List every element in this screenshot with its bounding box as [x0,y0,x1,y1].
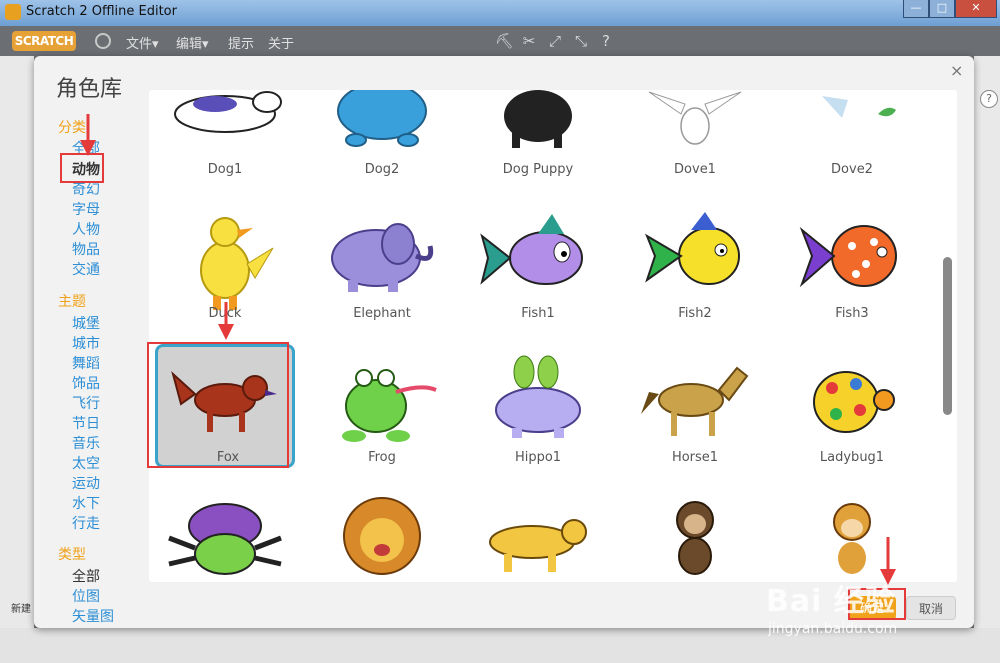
editor-script-area [974,56,1000,663]
shrink-icon[interactable]: ⤡ [572,32,590,50]
new-sprite-label: 新建 [11,604,31,615]
close-window-button[interactable]: ✕ [955,0,997,18]
sprite-label: Dove2 [831,162,873,177]
maximize-button[interactable]: □ [929,0,955,18]
annotation-arrow-fox [218,302,234,340]
sprite-tile-fish1[interactable]: Fish1 [468,200,608,324]
cancel-button[interactable]: 取消 [906,596,957,620]
lioness-sprite-image [489,519,587,572]
sprite-tile-fish2[interactable]: Fish2 [625,200,765,324]
help-icon[interactable]: ? [597,32,615,50]
sprite-tile-elephant[interactable]: Elephant [312,200,452,324]
theme-walking[interactable]: 行走 [72,513,100,533]
theme-underwater[interactable]: 水下 [72,493,100,513]
sprite-label: Dog Puppy [502,162,574,177]
sprite-label: Dog1 [207,162,243,177]
sprite-library-dialog: 角色库 × 分类 全部 动物 奇幻 字母 人物 物品 交通 主题 城堡 城市 舞… [34,56,974,628]
dialog-close-icon[interactable]: × [950,61,963,80]
minimize-button[interactable]: — [903,0,929,18]
sprite-grid: Dog1 Dog2 Dog Puppy Dove1 Dove2 Elephant… [149,90,957,582]
sprite-label: Ladybug1 [819,450,885,465]
sprite-label: Frog [368,450,396,465]
duplicate-stamp-icon[interactable]: ⛏ [495,32,514,50]
theme-castle[interactable]: 城堡 [72,313,100,333]
sprite-label: Elephant [353,306,411,321]
theme-dress-up[interactable]: 饰品 [72,373,100,393]
type-heading: 类型 [58,547,86,563]
sprite-tile-dog-puppy[interactable]: Dog Puppy [468,90,608,180]
annotation-box-fox [147,342,289,468]
sprite-label: Hippo1 [514,450,562,465]
annotation-arrow-animals [80,114,96,156]
sprite-tile-dove1[interactable]: Dove1 [625,90,765,180]
category-letters[interactable]: 字母 [72,199,100,219]
sprite-tile-dog1[interactable]: Dog1 [155,90,295,180]
sprite-tile-horse1[interactable]: Horse1 [625,344,765,468]
menu-bar: SCRATCH 文件▾ 编辑▾ 提示 关于 ⛏ ✂ ⤢ ⤡ ? [0,26,1000,56]
baidu-watermark-logo: Bai 经验 [766,584,896,619]
sprite-tile-ladybug1[interactable]: Ladybug1 [782,344,922,468]
sprite-tile-dog2[interactable]: Dog2 [312,90,452,180]
theme-flying[interactable]: 飞行 [72,393,100,413]
spider-sprite-image [168,503,282,575]
sprite-tile-lioness[interactable] [468,488,608,582]
sprite-tile-monkey1[interactable] [625,488,765,582]
grid-scrollbar-thumb[interactable] [943,257,952,415]
grow-icon[interactable]: ⤢ [546,32,564,50]
type-vector[interactable]: 矢量图 [72,606,114,626]
window-title-bar: Scratch 2 Offline Editor — □ ✕ [0,0,1000,26]
scratch-app-icon [5,4,21,20]
delete-scissors-icon[interactable]: ✂ [520,32,538,50]
sprite-tile-spider[interactable] [155,488,295,582]
sprite-label: Dog2 [364,162,400,177]
category-transport[interactable]: 交通 [72,259,100,279]
sprite-tile-dove2[interactable]: Dove2 [782,90,922,180]
sprite-label: Horse1 [671,450,719,465]
sprite-label: Dove1 [674,162,716,177]
category-things[interactable]: 物品 [72,239,100,259]
type-bitmap[interactable]: 位图 [72,586,100,606]
editor-stage-area [0,56,34,663]
dialog-title: 角色库 [56,77,123,102]
sprite-tile-monkey2[interactable] [782,488,922,582]
editor-help-icon[interactable]: ? [980,90,998,108]
type-all[interactable]: 全部 [72,566,100,586]
sprite-tile-lion[interactable] [312,488,452,582]
theme-heading: 主题 [58,294,86,310]
monkey2-sprite-image [833,503,871,574]
sprite-label: Fish2 [678,306,712,321]
baidu-watermark-url: jingyan.baidu.com [768,621,898,637]
theme-dance[interactable]: 舞蹈 [72,353,100,373]
sprite-tile-hippo1[interactable]: Hippo1 [468,344,608,468]
theme-space[interactable]: 太空 [72,453,100,473]
language-globe-icon[interactable] [95,33,111,49]
category-people[interactable]: 人物 [72,219,100,239]
sprite-tile-fish3[interactable]: Fish3 [782,200,922,324]
theme-city[interactable]: 城市 [72,333,100,353]
menu-file[interactable]: 文件▾ [126,33,159,52]
monkey1-sprite-image [676,501,714,575]
menu-about[interactable]: 关于 [268,33,294,52]
theme-music[interactable]: 音乐 [72,433,100,453]
window-title: Scratch 2 Offline Editor [26,4,177,19]
theme-holiday[interactable]: 节日 [72,413,100,433]
sprite-label: Fish3 [835,306,869,321]
theme-sports[interactable]: 运动 [72,473,100,493]
menu-edit[interactable]: 编辑▾ [176,33,209,52]
scratch-logo[interactable]: SCRATCH [12,31,76,51]
sprite-tile-frog[interactable]: Frog [312,344,452,468]
lion-sprite-image [343,497,421,575]
sprite-label: Fish1 [521,306,555,321]
menu-tips[interactable]: 提示 [228,33,254,52]
